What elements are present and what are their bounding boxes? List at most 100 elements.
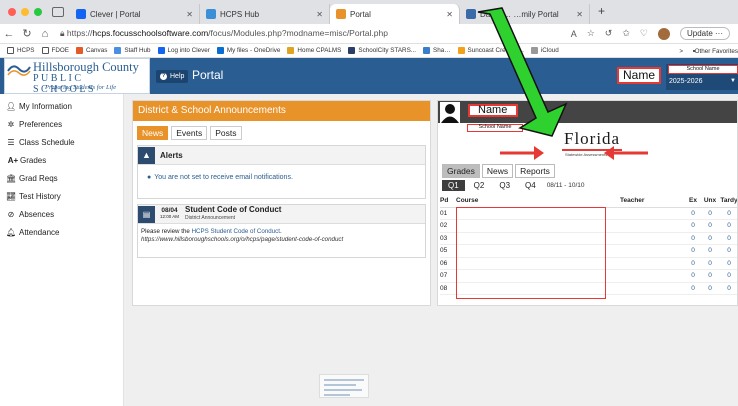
minimize-window-button[interactable]	[21, 8, 29, 16]
row-ex[interactable]: 0	[685, 207, 701, 220]
row-tardy[interactable]: 0	[719, 257, 737, 270]
tab-posts[interactable]: Posts	[210, 126, 242, 140]
browser-tab-portal[interactable]: Portal ✕	[330, 4, 460, 24]
table-row[interactable]: 02 0 0 0	[440, 219, 737, 233]
row-unx[interactable]: 0	[701, 282, 719, 295]
table-row[interactable]: 08 0 0 0	[440, 282, 737, 295]
sidebar-item-grad-reqs[interactable]: 🏛︎ Grad Reqs	[0, 169, 123, 187]
col-course: Course	[456, 195, 620, 208]
alerts-message[interactable]: ● You are not set to receive email notif…	[138, 165, 425, 181]
bookmark-item[interactable]: Log into Clever	[157, 47, 210, 54]
tab-q1[interactable]: Q1	[442, 180, 465, 191]
sidebar-item-absences[interactable]: ⊘ Absences	[0, 205, 123, 223]
other-favorites[interactable]: > Other Favorites	[675, 44, 738, 57]
bookmark-item[interactable]: SchoolCity STARS...	[348, 47, 416, 54]
bookmark-item[interactable]: HCPS	[7, 47, 35, 54]
row-period: 02	[440, 219, 456, 233]
table-row[interactable]: 05 0 0 0	[440, 244, 737, 258]
tab-news[interactable]: News	[481, 164, 514, 178]
sidebar-item-grades[interactable]: A+ Grades	[0, 151, 123, 169]
bookmark-item[interactable]: My files - OneDrive	[216, 47, 280, 54]
row-unx[interactable]: 0	[701, 269, 719, 283]
browser-tab-dashboard[interactable]: Dashb… …mily Portal ✕	[460, 4, 590, 24]
close-tab-icon[interactable]: ✕	[186, 10, 193, 19]
tab-reports[interactable]: Reports	[515, 164, 555, 178]
bookmark-item[interactable]: Suncoast Credit U...	[457, 47, 524, 54]
window-controls[interactable]	[0, 8, 48, 24]
bookmark-item[interactable]: Staff Hub	[114, 47, 151, 54]
bookmark-item[interactable]: Home CPALMS	[287, 47, 341, 54]
new-tab-button[interactable]: +	[590, 4, 613, 24]
reload-icon[interactable]: ↻	[18, 27, 36, 40]
district-logo[interactable]: Hillsborough County PUBLIC SCHOOLS Prepa…	[4, 58, 150, 95]
row-unx[interactable]: 0	[701, 257, 719, 270]
school-year-selector[interactable]: School Name 2025-2026 ▼	[666, 64, 738, 90]
tab-q4[interactable]: Q4	[519, 180, 542, 191]
code-of-conduct-link[interactable]: HCPS Student Code of Conduct	[192, 228, 280, 235]
row-ex[interactable]: 0	[685, 244, 701, 258]
maximize-window-button[interactable]	[34, 8, 42, 16]
tab-q2[interactable]: Q2	[468, 180, 491, 191]
table-row[interactable]: 03 0 0 0	[440, 232, 737, 245]
help-button[interactable]: ? Help	[156, 70, 189, 83]
favorite-star-icon[interactable]: ☆	[587, 28, 595, 39]
sidebar-item-my-information[interactable]: 👤︎ My Information	[0, 97, 123, 115]
close-window-button[interactable]	[8, 8, 16, 16]
person-icon: 👤︎	[6, 101, 17, 111]
bookmark-item[interactable]: Canvas	[76, 47, 107, 54]
sidebar-item-test-history[interactable]: 📈︎ Test History	[0, 187, 123, 205]
update-button[interactable]: Update ···	[679, 27, 730, 40]
row-unx[interactable]: 0	[701, 232, 719, 245]
back-icon[interactable]: ←	[0, 28, 18, 40]
bookmark-item[interactable]: FDOE	[41, 47, 69, 54]
bookmarks-more-chevron[interactable]: >	[679, 48, 683, 55]
list-icon: ☰	[7, 137, 15, 147]
close-tab-icon[interactable]: ✕	[576, 10, 583, 19]
browser-tab-hcps-hub[interactable]: HCPS Hub ✕	[200, 4, 330, 24]
tab-grades[interactable]: Grades	[442, 164, 480, 178]
url-field[interactable]: 🔒︎ https://hcps.focusschoolsoftware.com/…	[60, 28, 388, 39]
bookmark-item[interactable]: iCloud	[530, 47, 559, 54]
sidebar-item-attendance[interactable]: 🔔︎ Attendance	[0, 223, 123, 241]
row-ex[interactable]: 0	[685, 232, 701, 245]
row-course	[456, 232, 620, 245]
fsa-logo[interactable]: Florida	[562, 129, 623, 151]
row-tardy[interactable]: 0	[719, 219, 737, 233]
sidebar-item-preferences[interactable]: ✲ Preferences	[0, 115, 123, 133]
row-ex[interactable]: 0	[685, 257, 701, 270]
row-ex[interactable]: 0	[685, 269, 701, 283]
row-ex[interactable]: 0	[685, 219, 701, 233]
row-unx[interactable]: 0	[701, 219, 719, 233]
row-unx[interactable]: 0	[701, 207, 719, 220]
close-tab-icon[interactable]: ✕	[446, 10, 453, 19]
bookmark-item[interactable]: Sha…	[423, 47, 451, 54]
table-row[interactable]: 01 0 0 0	[440, 207, 737, 220]
refresh-icon[interactable]: ↺	[605, 28, 613, 39]
row-teacher	[620, 219, 685, 233]
browser-tab-clever[interactable]: Clever | Portal ✕	[70, 4, 200, 24]
row-ex[interactable]: 0	[685, 282, 701, 295]
thumb-line	[324, 389, 362, 391]
sidebar-item-class-schedule[interactable]: ☰ Class Schedule	[0, 133, 123, 151]
row-course	[456, 219, 620, 233]
row-unx[interactable]: 0	[701, 244, 719, 258]
tab-events[interactable]: Events	[171, 126, 208, 140]
tab-news[interactable]: News	[137, 126, 169, 140]
home-icon[interactable]: ⌂	[36, 28, 54, 40]
sidebar-toggle-icon[interactable]	[52, 7, 64, 17]
student-grades-card: Name School Name Florida Statewide Asses…	[437, 100, 738, 306]
row-tardy[interactable]: 0	[719, 244, 737, 258]
extensions-icon[interactable]: ♡	[640, 28, 648, 39]
table-row[interactable]: 06 0 0 0	[440, 257, 737, 270]
announcement-body: Please review the HCPS Student Code of C…	[138, 224, 425, 244]
row-tardy[interactable]: 0	[719, 232, 737, 245]
favorites-icon[interactable]: ✩	[622, 28, 630, 39]
row-tardy[interactable]: 0	[719, 269, 737, 283]
row-tardy[interactable]: 0	[719, 207, 737, 220]
profile-avatar[interactable]	[657, 27, 670, 40]
table-row[interactable]: 07 0 0 0	[440, 269, 737, 283]
row-tardy[interactable]: 0	[719, 282, 737, 295]
read-aloud-icon[interactable]: A	[571, 29, 577, 39]
close-tab-icon[interactable]: ✕	[316, 10, 323, 19]
tab-q3[interactable]: Q3	[493, 180, 516, 191]
